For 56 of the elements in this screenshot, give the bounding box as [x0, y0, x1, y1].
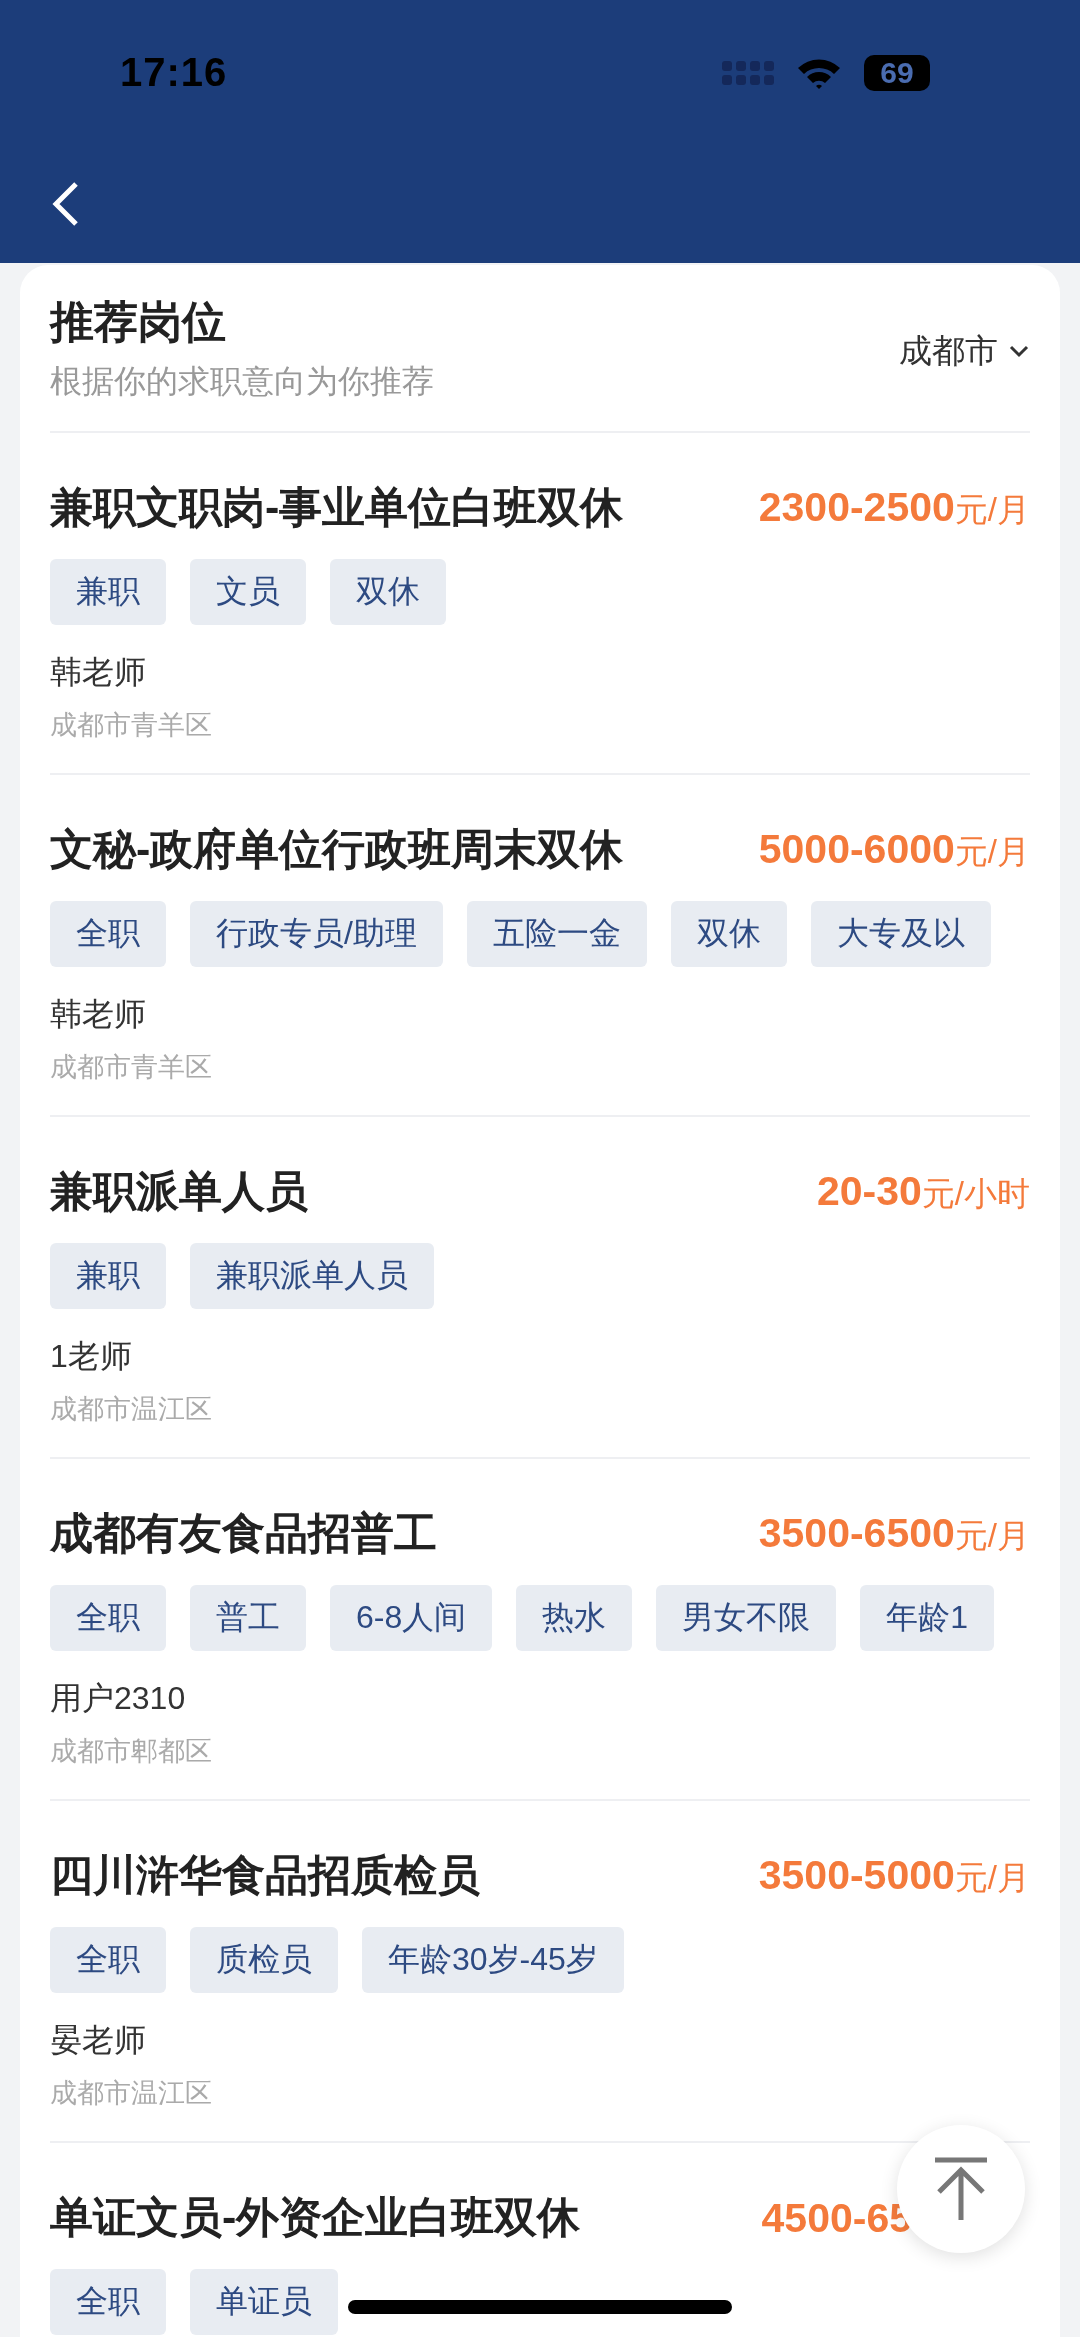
job-tag: 双休: [330, 559, 446, 625]
job-location: 成都市温江区: [50, 2077, 213, 2110]
job-title: 成都有友食品招普工: [50, 1508, 437, 1559]
signal-icon: [722, 60, 774, 85]
job-tag: 全职: [50, 2269, 166, 2335]
job-salary: 5000-6000元/月: [758, 825, 1030, 874]
job-location: 成都市温江区: [50, 1393, 213, 1426]
job-tag: 年龄1: [860, 1585, 995, 1651]
job-tag: 行政专员/助理: [190, 901, 443, 967]
job-tag: 兼职: [50, 559, 166, 625]
job-tag: 6-8人间: [330, 1585, 493, 1651]
job-salary: 20-30元/小时: [816, 1167, 1030, 1216]
job-item[interactable]: 四川浒华食品招质检员 3500-5000元/月 全职 质检员 年龄30岁-45岁 晏老师 成都市温江区: [50, 1801, 1030, 2143]
job-tag: 大专及以: [810, 901, 991, 967]
job-salary: 4500-65: [761, 2194, 913, 2242]
job-title: 四川浒华食品招质检员: [50, 1850, 480, 1901]
recruiter-name: 韩老师: [50, 995, 147, 1034]
section-subtitle: 根据你的求职意向为你推荐: [50, 361, 434, 401]
job-tag: 热水: [516, 1585, 633, 1651]
recruiter-name: 韩老师: [50, 653, 147, 692]
job-location: 成都市青羊区: [50, 709, 213, 742]
job-title: 文秘-政府单位行政班周末双休: [50, 824, 624, 875]
job-location: 成都市郫都区: [50, 1735, 213, 1768]
section-title: 推荐岗位: [50, 295, 227, 348]
job-salary: 3500-6500元/月: [758, 1509, 1030, 1558]
job-item[interactable]: 兼职派单人员 20-30元/小时 兼职 兼职派单人员 1老师 成都市温江区: [50, 1117, 1030, 1459]
job-location: 成都市青羊区: [50, 1051, 213, 1084]
job-tag: 单证员: [190, 2269, 338, 2335]
job-item[interactable]: 成都有友食品招普工 3500-6500元/月 全职 普工 6-8人间 热水 男女不限 年龄1 用户2310 成都市郫都区: [50, 1459, 1030, 1801]
status-time: 17:16: [120, 50, 228, 95]
job-tag: 兼职派单人员: [190, 1243, 434, 1309]
job-tag: 文员: [190, 559, 306, 625]
job-tag: 双休: [670, 901, 787, 967]
job-tag: 全职: [50, 901, 166, 967]
job-salary: 3500-5000元/月: [758, 1851, 1030, 1900]
job-title: 兼职文职岗-事业单位白班双休: [50, 482, 624, 533]
job-item[interactable]: 兼职文职岗-事业单位白班双休 2300-2500元/月 兼职 文员 双休 韩老师 成都市青羊区: [50, 433, 1030, 775]
back-icon[interactable]: [50, 180, 80, 228]
job-tag: 男女不限: [656, 1585, 837, 1651]
job-tag: 全职: [50, 1927, 166, 1993]
job-tag: 普工: [190, 1585, 306, 1651]
job-tag: 兼职: [50, 1243, 166, 1309]
recruiter-name: 晏老师: [50, 2021, 147, 2060]
job-item[interactable]: 文秘-政府单位行政班周末双休 5000-6000元/月 全职 行政专员/助理 五险一金 双休 大专及以 韩老师 成都市青羊区: [50, 775, 1030, 1117]
job-tag: 五险一金: [466, 901, 647, 967]
recruiter-name: 1老师: [50, 1337, 133, 1376]
job-tag: 质检员: [190, 1927, 338, 1993]
chevron-down-icon: [1008, 344, 1030, 358]
battery-level: 69: [864, 54, 930, 91]
job-tag: 全职: [50, 1585, 166, 1651]
recruiter-name: 用户2310: [50, 1679, 187, 1718]
job-title: 兼职派单人员: [50, 1166, 308, 1217]
job-salary: 2300-2500元/月: [758, 483, 1030, 532]
city-selector[interactable]: 成都市: [899, 328, 1030, 374]
job-tag: 年龄30岁-45岁: [362, 1927, 624, 1993]
job-title: 单证文员-外资企业白班双休: [50, 2192, 581, 2243]
